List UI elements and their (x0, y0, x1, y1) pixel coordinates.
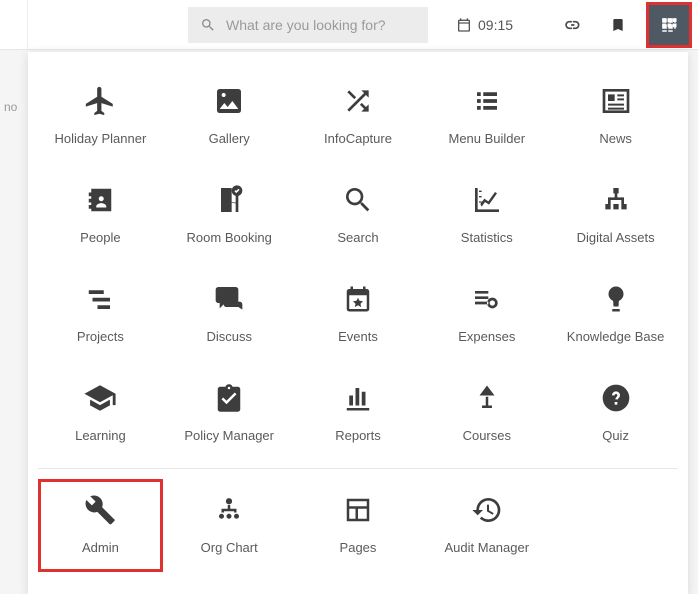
chart-line-icon (469, 182, 505, 218)
app-knowledge-base[interactable]: Knowledge Base (553, 268, 678, 361)
app-label: Policy Manager (184, 428, 274, 443)
tools-icon (82, 492, 118, 528)
search-box[interactable] (188, 7, 428, 43)
app-label: News (599, 131, 632, 146)
calendar-icon (456, 17, 472, 33)
layout-icon (340, 492, 376, 528)
search-icon (200, 17, 216, 33)
history-icon (469, 492, 505, 528)
app-admin[interactable]: Admin (38, 479, 163, 572)
app-audit-manager[interactable]: Audit Manager (424, 479, 549, 572)
newspaper-icon (598, 83, 634, 119)
app-label: Knowledge Base (567, 329, 665, 344)
app-grid-button[interactable] (646, 2, 692, 48)
sidebar-hint: no (4, 100, 17, 114)
question-icon (598, 380, 634, 416)
image-icon (211, 83, 247, 119)
app-label: Statistics (461, 230, 513, 245)
shuffle-icon (340, 83, 376, 119)
org-chart-icon (211, 492, 247, 528)
sitemap-icon (598, 182, 634, 218)
app-label: Discuss (206, 329, 252, 344)
link-icon[interactable] (554, 7, 590, 43)
app-label: Projects (77, 329, 124, 344)
app-label: Pages (340, 540, 377, 555)
app-gallery[interactable]: Gallery (167, 70, 292, 163)
app-label: Menu Builder (448, 131, 525, 146)
app-pages[interactable]: Pages (296, 479, 421, 572)
app-label: Room Booking (187, 230, 272, 245)
airplane-icon (82, 83, 118, 119)
left-strip (0, 0, 28, 49)
app-label: People (80, 230, 120, 245)
app-label: Digital Assets (577, 230, 655, 245)
app-courses[interactable]: Courses (424, 367, 549, 460)
chat-icon (211, 281, 247, 317)
app-statistics[interactable]: Statistics (424, 169, 549, 262)
app-digital-assets[interactable]: Digital Assets (553, 169, 678, 262)
app-menu-panel: Holiday Planner Gallery InfoCapture Menu… (28, 52, 688, 594)
app-search[interactable]: Search (296, 169, 421, 262)
bookmark-icon[interactable] (600, 7, 636, 43)
app-label: Org Chart (201, 540, 258, 555)
app-expenses[interactable]: Expenses (424, 268, 549, 361)
app-people[interactable]: People (38, 169, 163, 262)
address-book-icon (82, 182, 118, 218)
app-label: Admin (82, 540, 119, 555)
search-input[interactable] (226, 17, 416, 33)
graduation-icon (82, 380, 118, 416)
app-label: Gallery (209, 131, 250, 146)
app-label: Expenses (458, 329, 515, 344)
app-projects[interactable]: Projects (38, 268, 163, 361)
app-room-booking[interactable]: Room Booking (167, 169, 292, 262)
app-label: Audit Manager (445, 540, 530, 555)
app-quiz[interactable]: Quiz (553, 367, 678, 460)
app-org-chart[interactable]: Org Chart (167, 479, 292, 572)
app-infocapture[interactable]: InfoCapture (296, 70, 421, 163)
app-news[interactable]: News (553, 70, 678, 163)
app-menu-builder[interactable]: Menu Builder (424, 70, 549, 163)
app-holiday-planner[interactable]: Holiday Planner (38, 70, 163, 163)
gantt-icon (82, 281, 118, 317)
app-label: Quiz (602, 428, 629, 443)
app-grid-secondary: Admin Org Chart Pages Audit Manager (38, 479, 678, 572)
calendar-star-icon (340, 281, 376, 317)
app-label: Events (338, 329, 378, 344)
lamp-icon (469, 380, 505, 416)
bar-chart-icon (340, 380, 376, 416)
app-learning[interactable]: Learning (38, 367, 163, 460)
grid-icon (660, 16, 678, 34)
app-discuss[interactable]: Discuss (167, 268, 292, 361)
app-label: Holiday Planner (55, 131, 147, 146)
coins-icon (469, 281, 505, 317)
app-grid-primary: Holiday Planner Gallery InfoCapture Menu… (38, 70, 678, 460)
app-label: InfoCapture (324, 131, 392, 146)
topbar: 09:15 (0, 0, 698, 50)
app-label: Learning (75, 428, 126, 443)
clock-time: 09:15 (478, 17, 513, 33)
magnify-icon (340, 182, 376, 218)
app-label: Reports (335, 428, 381, 443)
door-check-icon (211, 182, 247, 218)
clipboard-check-icon (211, 380, 247, 416)
app-events[interactable]: Events (296, 268, 421, 361)
divider (38, 468, 678, 469)
clock: 09:15 (456, 17, 513, 33)
tree-icon (598, 281, 634, 317)
list-icon (469, 83, 505, 119)
app-label: Courses (463, 428, 511, 443)
app-label: Search (337, 230, 378, 245)
app-policy-manager[interactable]: Policy Manager (167, 367, 292, 460)
app-reports[interactable]: Reports (296, 367, 421, 460)
